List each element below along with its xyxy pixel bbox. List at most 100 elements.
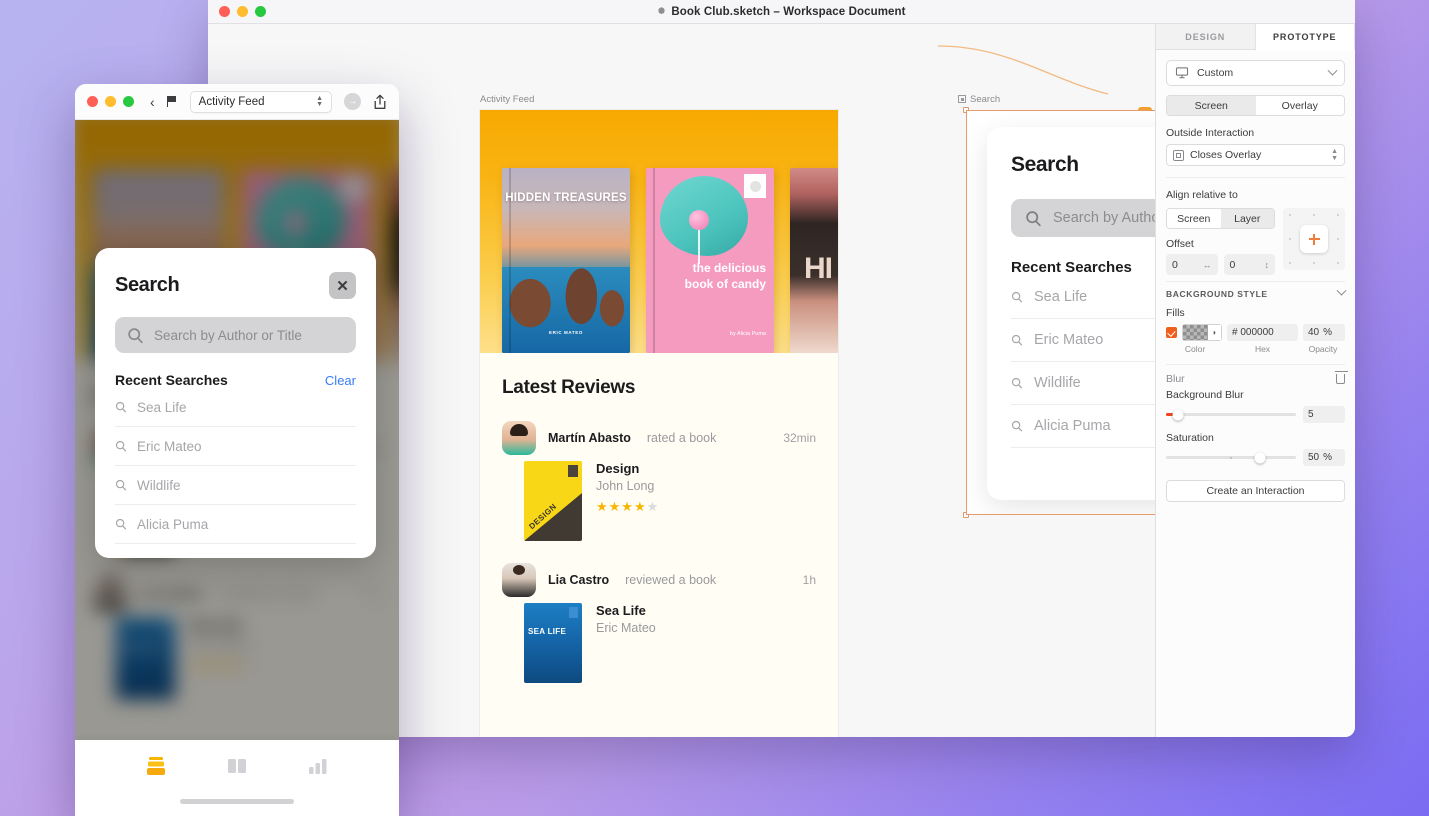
document-icon — [657, 7, 667, 16]
stepper-arrows-icon[interactable]: ▲ ▼ — [1331, 148, 1338, 162]
background-style-section-header[interactable]: BACKGROUND STYLE — [1166, 281, 1347, 305]
inspector-tabs[interactable]: DESIGN PROTOTYPE — [1156, 24, 1355, 50]
share-icon[interactable] — [373, 94, 387, 110]
segment-align-screen[interactable]: Screen — [1167, 209, 1221, 228]
segment-screen[interactable]: Screen — [1167, 96, 1256, 115]
segment-overlay[interactable]: Overlay — [1256, 96, 1345, 115]
clear-button[interactable]: Clear — [325, 373, 356, 388]
background-blur-value-input[interactable]: 5 — [1303, 406, 1345, 423]
prototype-target-select[interactable]: Custom — [1166, 60, 1345, 86]
offset-y-value: 0 — [1229, 258, 1236, 271]
chevron-down-icon[interactable] — [1336, 285, 1347, 296]
review-timestamp: 1h — [802, 573, 816, 587]
chart-bars-icon[interactable] — [306, 755, 330, 777]
recent-search-item[interactable]: Eric Mateo — [115, 427, 356, 466]
recent-search-item[interactable]: Wildlife — [115, 466, 356, 505]
saturation-slider[interactable] — [1166, 452, 1296, 463]
saturation-value-input[interactable]: 50 % — [1303, 449, 1345, 466]
overlay-mode-segments[interactable]: Screen Overlay — [1166, 95, 1345, 116]
tab-design[interactable]: DESIGN — [1156, 24, 1256, 49]
recent-search-item[interactable]: Eric Mateo — [1011, 319, 1155, 362]
divider — [1166, 177, 1345, 178]
segment-align-layer[interactable]: Layer — [1220, 209, 1274, 228]
artboard-label-search[interactable]: Search — [958, 94, 1000, 105]
eyedropper-icon[interactable]: ◗ — [1208, 325, 1221, 340]
recent-search-item[interactable]: Alicia Puma — [1011, 405, 1155, 448]
preview-minimize-button[interactable] — [105, 96, 116, 107]
arrow-right-icon[interactable]: → — [344, 93, 361, 110]
preview-window: ‹ Activity Feed ▲▼ → New Books — [75, 84, 399, 816]
preview-toolbar: ‹ Activity Feed ▲ ▼ → — [75, 84, 399, 120]
review-book-title: Design — [596, 461, 640, 476]
modal-title: Search — [115, 274, 180, 296]
outside-interaction-label: Outside Interaction — [1166, 127, 1255, 139]
preview-zoom-button[interactable] — [123, 96, 134, 107]
home-indicator — [180, 799, 294, 804]
search-input-placeholder: Search by Author or Title — [1053, 210, 1155, 226]
books-stack-icon[interactable] — [144, 755, 168, 777]
chevron-left-icon[interactable]: ‹ — [150, 94, 155, 110]
offset-y-input[interactable]: 0 ↕ — [1223, 254, 1275, 275]
open-book-icon[interactable] — [225, 755, 249, 777]
recent-search-item[interactable]: Sea Life — [1011, 276, 1155, 319]
recent-search-item[interactable]: Alicia Puma — [115, 505, 356, 544]
fill-opacity-input[interactable]: 40 % — [1303, 324, 1345, 341]
latest-reviews-section: Latest Reviews Martín Abasto rated a boo… — [480, 353, 838, 683]
book-cover-title: HI — [804, 252, 833, 285]
book-cover[interactable]: the delicious book of candy by Alicia Pu… — [646, 168, 774, 353]
align-center-cell[interactable] — [1300, 225, 1328, 253]
artboard-label-activity-feed[interactable]: Activity Feed — [480, 94, 534, 105]
background-blur-slider-row[interactable]: 5 — [1166, 406, 1345, 423]
search-input[interactable]: Search by Author or Title — [115, 317, 356, 353]
avatar — [502, 421, 536, 455]
recent-search-label: Alicia Puma — [1034, 418, 1111, 434]
blur-section-header: Blur — [1166, 364, 1348, 385]
overlay-icon — [1173, 149, 1184, 161]
feed-hero: New Books HIDDEN TREASURES ERIC MATEO — [480, 110, 838, 353]
outside-interaction-select[interactable]: Closes Overlay ▲ ▼ — [1166, 144, 1345, 166]
book-cover[interactable]: HIDDEN TREASURES ERIC MATEO — [502, 168, 630, 353]
preview-close-button[interactable] — [87, 96, 98, 107]
book-cover-title: the delicious book of candy — [684, 261, 766, 291]
recent-search-label: Wildlife — [1034, 375, 1081, 391]
close-icon[interactable]: ✕ — [329, 272, 356, 299]
saturation-unit: % — [1323, 452, 1333, 463]
fill-hex-input[interactable]: # 000000 — [1227, 324, 1298, 341]
recent-search-item[interactable]: Wildlife — [1011, 362, 1155, 405]
fill-enabled-checkbox[interactable] — [1166, 327, 1177, 338]
tab-prototype[interactable]: PROTOTYPE — [1255, 24, 1355, 50]
align-segments[interactable]: Screen Layer — [1166, 208, 1275, 229]
artboard-select[interactable]: Activity Feed ▲ ▼ — [189, 90, 332, 113]
search-input[interactable]: Search by Author or Title — [1011, 199, 1155, 237]
stepper-arrows-icon[interactable]: ▲ ▼ — [316, 95, 323, 108]
preview-traffic-lights[interactable] — [87, 96, 134, 107]
book-thumbnail[interactable] — [524, 461, 582, 541]
blur-type-label: Background Blur — [1166, 389, 1244, 401]
recent-search-item[interactable]: Sea Life — [115, 388, 356, 427]
recent-search-label: Eric Mateo — [137, 438, 202, 454]
flag-icon[interactable] — [166, 96, 178, 107]
window-title: Book Club.sketch – Workspace Document — [208, 6, 1355, 18]
book-cover[interactable]: HI — [790, 168, 838, 353]
recent-search-label: Sea Life — [137, 399, 187, 415]
artboard-activity-feed[interactable]: New Books HIDDEN TREASURES ERIC MATEO — [480, 110, 838, 737]
book-thumbnail[interactable]: SEA LIFE — [524, 603, 582, 683]
vertical-arrows-icon: ↕ — [1264, 259, 1270, 270]
offset-x-input[interactable]: 0 ↔ — [1166, 254, 1218, 275]
trash-icon[interactable] — [1335, 371, 1348, 384]
review-item[interactable]: Martín Abasto rated a book 32min Design … — [502, 421, 816, 541]
artboard-search[interactable]: Search Search by Author or Title Recent … — [966, 110, 1155, 515]
review-action: rated a book — [646, 431, 717, 445]
chevron-down-icon — [1327, 65, 1338, 76]
fill-column-labels: Color Hex Opacity — [1166, 344, 1345, 354]
offset-fields: 0 ↔ 0 ↕ — [1166, 254, 1275, 275]
fill-color-swatch[interactable]: ◗ — [1182, 324, 1222, 341]
background-blur-slider[interactable] — [1166, 409, 1296, 420]
create-interaction-button[interactable]: Create an Interaction — [1166, 480, 1345, 502]
inspector-content: Custom Screen Overlay Outside Interactio… — [1156, 50, 1355, 512]
preview-screen[interactable]: New Books Latest Reviews Martín Abasto r… — [75, 120, 399, 816]
align-position-grid[interactable] — [1283, 208, 1345, 270]
saturation-slider-row[interactable]: 50 % — [1166, 449, 1345, 466]
review-item[interactable]: Lia Castro reviewed a book 1h SEA LIFE S… — [502, 563, 816, 683]
inspector-panel: DESIGN PROTOTYPE Custom Screen Overlay O… — [1155, 24, 1355, 737]
